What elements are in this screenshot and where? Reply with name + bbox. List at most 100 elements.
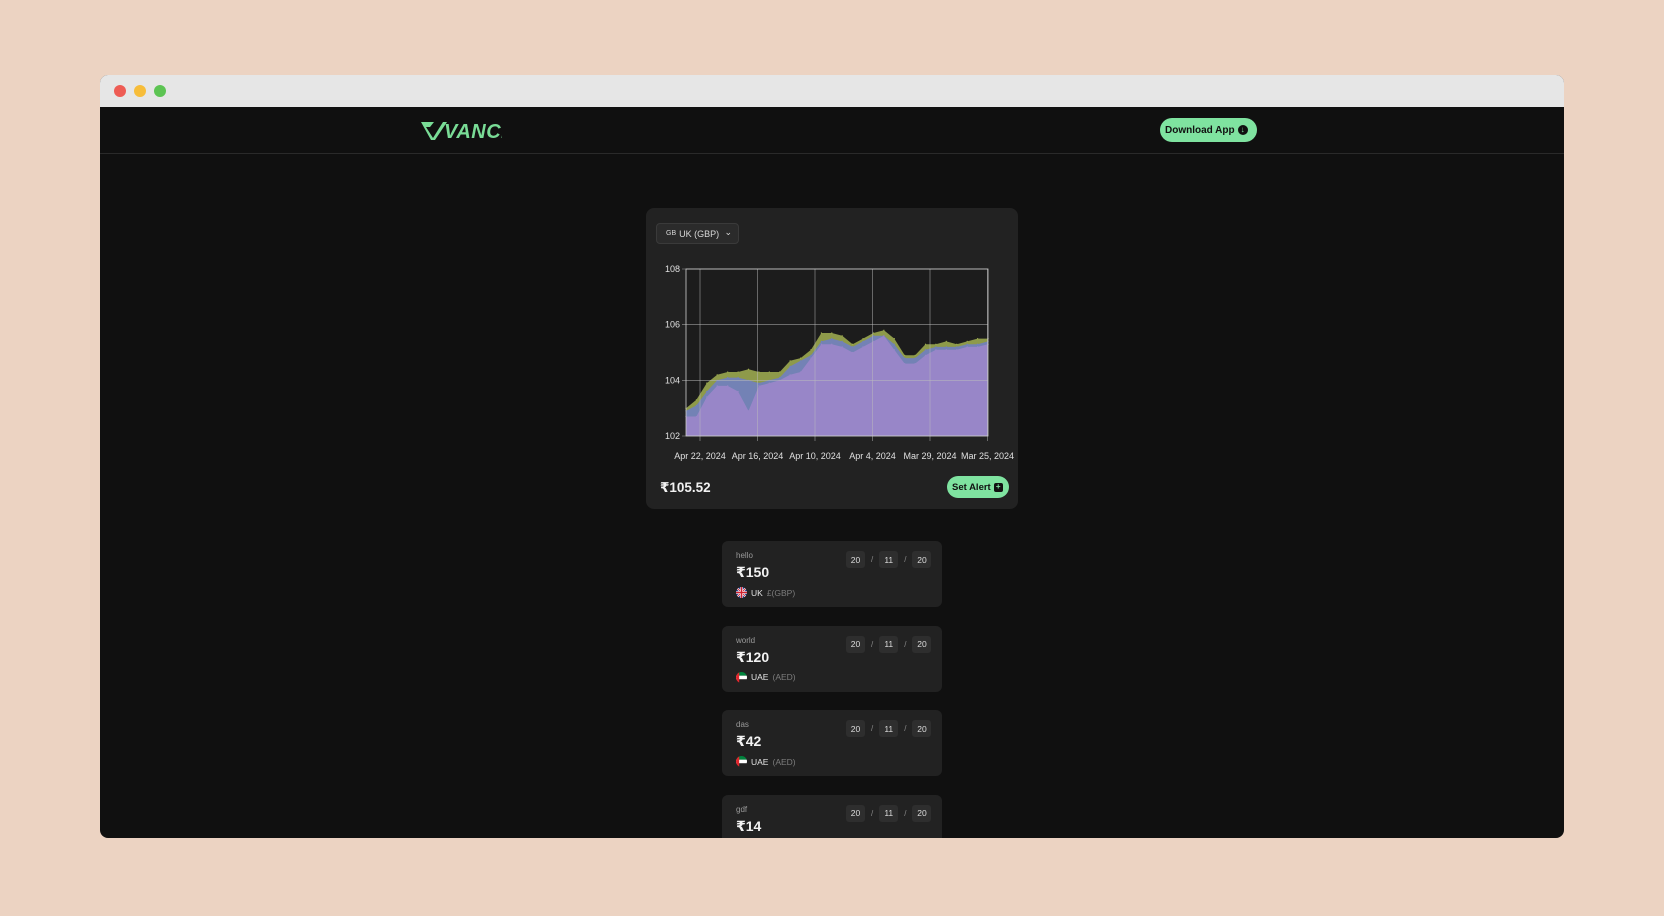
close-window-button[interactable]: [114, 85, 126, 97]
x-tick-label-3: Apr 10, 2024: [789, 451, 841, 461]
series-1-point-25: [935, 343, 937, 345]
alert-card[interactable]: gdf ₹14 20 / 11 / 20: [722, 794, 942, 838]
series-2-point-26: [945, 346, 947, 348]
date-separator: /: [904, 808, 907, 818]
browser-window: VANCE Download App ↓ 102 104 106 108 Apr 22,…: [100, 75, 1564, 838]
set-alert-button[interactable]: Set Alert +: [947, 476, 1009, 498]
currency-select[interactable]: GB UK (GBP) ⌄: [656, 223, 739, 244]
alert-country: UAE (AED): [736, 756, 796, 767]
minimize-window-button[interactable]: [134, 85, 146, 97]
download-icon: ↓: [1237, 125, 1248, 135]
date-year-field[interactable]: 20: [912, 804, 932, 822]
series-1-point-18: [862, 338, 864, 340]
alert-date: 20 / 11 / 20: [846, 804, 932, 822]
alert-currency-code: (AED): [772, 672, 796, 682]
series-1-point-27: [956, 343, 958, 345]
series-1-point-11: [789, 360, 791, 362]
x-tick-label-2: Apr 16, 2024: [732, 451, 784, 461]
alert-card[interactable]: world ₹120 UAE (AED) 20 / 11 / 20: [722, 625, 942, 692]
series-1-point-17: [852, 343, 854, 345]
series-3-point-4: [716, 385, 718, 387]
series-3-point-21: [893, 349, 895, 351]
date-separator: /: [871, 808, 874, 818]
date-day-field[interactable]: 20: [846, 635, 865, 653]
series-2-point-2: [695, 404, 697, 406]
currency-select-value: UK (GBP): [679, 228, 720, 239]
series-2-point-15: [831, 338, 833, 340]
series-3-point-5: [727, 385, 729, 387]
series-2-point-29: [977, 343, 979, 345]
series-3-point-24: [924, 354, 927, 356]
series-3-point-29: [977, 346, 979, 348]
date-year-field[interactable]: 20: [912, 551, 932, 568]
date-month-field[interactable]: 11: [879, 720, 899, 737]
y-tick-label-4: 108: [665, 264, 680, 274]
date-month-field[interactable]: 11: [879, 804, 899, 822]
series-1-point-26: [945, 340, 947, 342]
date-day-field[interactable]: 20: [846, 720, 865, 737]
vance-logo[interactable]: VANCE: [420, 119, 502, 141]
alert-name: hello: [736, 551, 753, 560]
uae-flag-icon: [736, 756, 747, 767]
series-1-point-23: [914, 354, 916, 356]
series-2-point-14: [820, 340, 822, 342]
date-separator: /: [904, 639, 907, 649]
series-2-point-5: [727, 377, 729, 379]
series-2-point-23: [914, 357, 916, 359]
plus-icon: +: [993, 482, 1003, 492]
series-3-point-7: [747, 410, 750, 412]
logo-mark: VANCE: [421, 121, 502, 141]
series-1-point-4: [716, 374, 718, 376]
series-3-point-20: [883, 335, 885, 337]
alert-country: UK £(GBP): [736, 587, 795, 598]
alert-date: 20 / 11 / 20: [846, 551, 932, 568]
series-2-point-24: [924, 349, 927, 351]
series-3-point-18: [862, 346, 864, 348]
series-1-point-6: [737, 371, 739, 373]
alerts-list: hello ₹150 UK £(GBP) 20/11/20 world ₹120 UAE (AE…: [722, 541, 942, 838]
date-month-field[interactable]: 11: [879, 551, 899, 568]
series-1-point-12: [800, 357, 802, 359]
series-2-point-17: [852, 346, 854, 348]
series-1-point-3: [706, 382, 708, 384]
maximize-window-button[interactable]: [154, 85, 166, 97]
date-separator: /: [871, 555, 874, 564]
alert-card[interactable]: hello ₹150 UK £(GBP) 20 / 11 / 20: [722, 541, 942, 607]
alert-card[interactable]: das ₹42 UAE (AED) 20 / 11 / 20: [722, 710, 942, 776]
series-3-point-22: [904, 363, 906, 365]
navbar: VANCE Download App ↓: [100, 107, 1564, 154]
date-year-field[interactable]: 20: [912, 720, 932, 737]
series-1-point-15: [831, 332, 833, 334]
flag-code: GB: [666, 230, 677, 237]
date-month-field[interactable]: 11: [879, 635, 899, 653]
series-2-point-13: [810, 354, 812, 356]
date-year-field[interactable]: 20: [912, 635, 932, 653]
series-1-point-29: [977, 338, 979, 340]
uk-flag-icon: [736, 587, 747, 598]
date-separator: /: [871, 724, 874, 733]
series-2-point-8: [758, 382, 760, 384]
alert-amount: ₹120: [736, 648, 770, 665]
alert-country: UAE (AED): [736, 671, 796, 683]
series-1-point-9: [768, 371, 770, 373]
alert-currency-code: £(GBP): [766, 587, 796, 598]
date-day-field[interactable]: 20: [846, 551, 865, 568]
series-2-point-18: [862, 340, 864, 342]
series-3-point-14: [820, 343, 822, 345]
series-3-point-25: [935, 349, 937, 351]
series-1-point-8: [758, 371, 760, 373]
alert-currency-code: (AED): [772, 756, 796, 767]
alert-name: das: [736, 720, 749, 729]
alert-name: world: [736, 635, 756, 645]
series-1-point-14: [820, 332, 822, 334]
date-day-field[interactable]: 20: [846, 804, 865, 822]
series-1-point-19: [872, 332, 874, 334]
x-tick-label-5: Mar 29, 2024: [903, 451, 956, 461]
series-1-point-2: [695, 399, 697, 401]
download-app-label: Download App: [1165, 124, 1235, 136]
series-1-point-28: [966, 340, 968, 342]
download-app-button[interactable]: Download App ↓: [1160, 118, 1257, 142]
series-2-point-27: [956, 346, 958, 348]
series-2-point-6: [737, 377, 739, 379]
rate-chart: 102 104 106 108 Apr 22, 2024 Apr 16, 2024 Apr …: [665, 264, 1014, 461]
